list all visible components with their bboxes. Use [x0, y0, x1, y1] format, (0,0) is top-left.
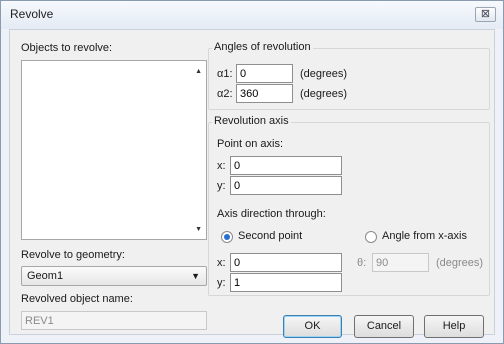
point-on-axis-label: Point on axis: — [217, 138, 284, 150]
alpha2-field[interactable] — [236, 84, 293, 103]
direction-label: Axis direction through: — [217, 208, 326, 220]
alpha1-field[interactable] — [236, 64, 293, 83]
point-x-field[interactable] — [230, 156, 342, 175]
close-button[interactable]: ⊠ — [475, 7, 496, 22]
dialog-body: Objects to revolve: ▲ ▼ Revolve to geome… — [9, 29, 495, 338]
second-y-field[interactable] — [230, 273, 342, 292]
second-y-label: y: — [217, 277, 226, 289]
revolve-to-label: Revolve to geometry: — [21, 249, 125, 261]
revolve-to-value: Geom1 — [27, 270, 64, 282]
second-x-label: x: — [217, 257, 226, 269]
second-point-label[interactable]: Second point — [238, 230, 302, 242]
scroll-down-icon[interactable]: ▼ — [195, 226, 202, 233]
dialog-title: Revolve — [10, 7, 54, 21]
help-button[interactable]: Help — [424, 315, 484, 338]
ok-button[interactable]: OK — [283, 315, 342, 338]
scroll-up-icon[interactable]: ▲ — [195, 68, 202, 75]
objects-label: Objects to revolve: — [21, 42, 113, 54]
cancel-button[interactable]: Cancel — [354, 315, 414, 338]
revolve-to-select[interactable]: Geom1 ▼ — [21, 266, 207, 286]
alpha2-unit: (degrees) — [300, 88, 348, 100]
alpha1-label: α1: — [217, 68, 233, 80]
theta-unit: (degrees) — [436, 257, 484, 269]
second-x-field[interactable] — [230, 253, 342, 272]
revolved-name-field[interactable] — [21, 311, 207, 330]
revolve-dialog: Revolve ⊠ Objects to revolve: ▲ ▼ Revolv… — [0, 0, 504, 344]
title-bar[interactable]: Revolve ⊠ — [1, 1, 503, 29]
objects-listbox[interactable]: ▲ ▼ — [21, 60, 207, 240]
angles-title: Angles of revolution — [212, 41, 313, 53]
point-y-label: y: — [217, 180, 226, 192]
angle-from-x-label[interactable]: Angle from x-axis — [382, 230, 467, 242]
revolved-name-label: Revolved object name: — [21, 293, 133, 305]
second-point-radio[interactable] — [221, 231, 233, 243]
close-icon: ⊠ — [480, 8, 491, 20]
theta-label: θ: — [357, 257, 367, 269]
axis-title: Revolution axis — [212, 115, 291, 127]
point-y-field[interactable] — [230, 176, 342, 195]
chevron-down-icon: ▼ — [191, 271, 200, 281]
alpha2-label: α2: — [217, 88, 233, 100]
theta-field[interactable] — [372, 253, 429, 272]
angle-from-x-radio[interactable] — [365, 231, 377, 243]
alpha1-unit: (degrees) — [300, 68, 348, 80]
point-x-label: x: — [217, 160, 226, 172]
